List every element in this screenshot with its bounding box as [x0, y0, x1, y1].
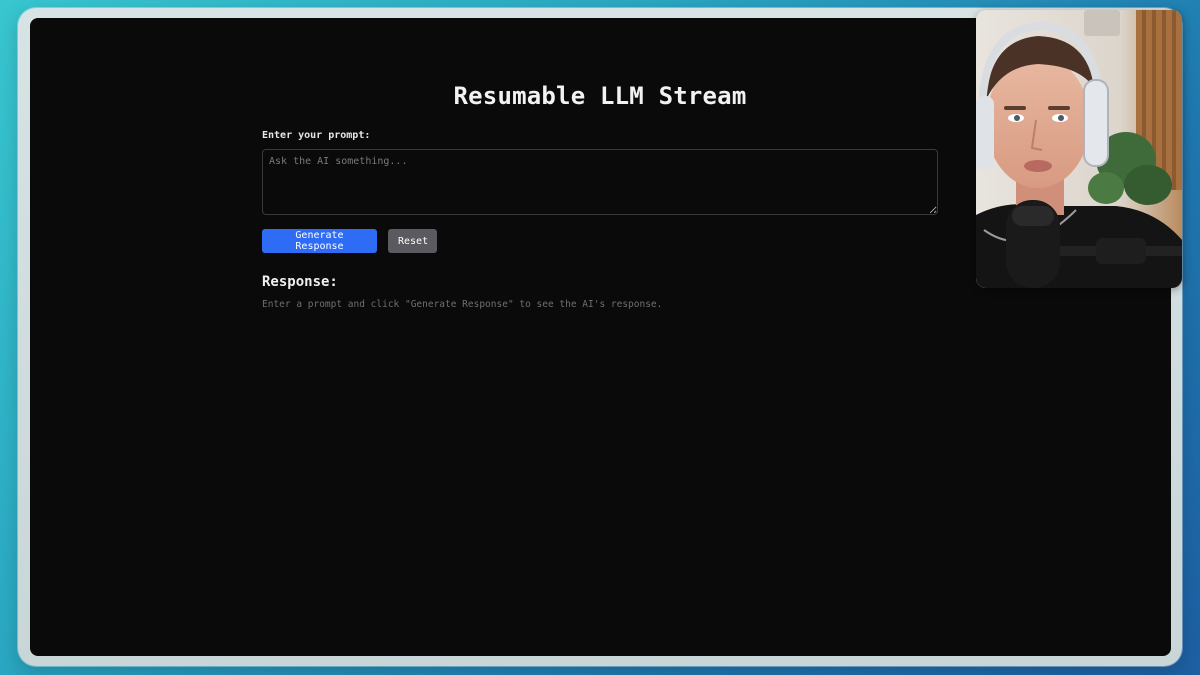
page-title: Resumable LLM Stream: [453, 82, 747, 110]
response-heading: Response:: [262, 274, 338, 290]
webcam-overlay: [976, 10, 1182, 288]
prompt-input[interactable]: [262, 149, 938, 215]
webcam-person-icon: [976, 10, 1182, 288]
response-text: Enter a prompt and click "Generate Respo…: [262, 299, 663, 310]
reset-button[interactable]: Reset: [388, 229, 437, 253]
prompt-label: Enter your prompt:: [262, 130, 371, 141]
generate-response-button[interactable]: Generate Response: [262, 229, 377, 253]
